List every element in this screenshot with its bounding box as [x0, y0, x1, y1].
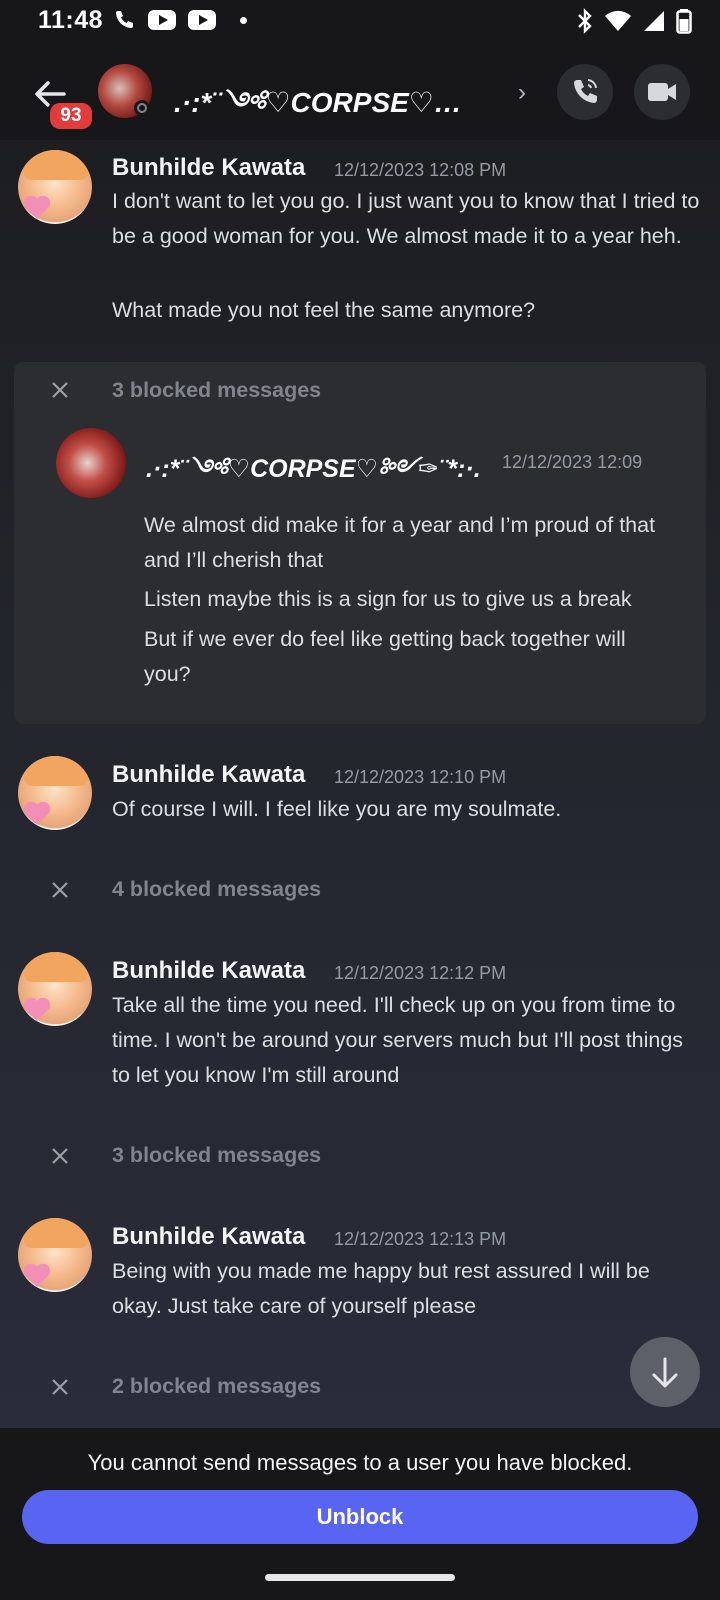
video-call-icon — [648, 83, 676, 101]
blocked-messages-label[interactable]: 3 blocked messages — [112, 378, 321, 403]
message-timestamp: 12/12/2023 12:12 PM — [334, 963, 507, 983]
unread-badge: 93 — [47, 100, 95, 132]
unblock-button[interactable]: Unblock — [22, 1490, 698, 1544]
heart-icon — [23, 1263, 51, 1287]
message-text: Being with you made me happy but rest as… — [112, 1259, 650, 1318]
status-bar: 11:48 — [0, 0, 720, 44]
message-author[interactable]: Bunhilde Kawata — [112, 154, 305, 182]
blocked-message-text: We almost did make it for a year and I’m… — [144, 513, 656, 572]
avatar[interactable] — [18, 1218, 92, 1292]
close-icon[interactable] — [48, 1144, 72, 1168]
bluetooth-icon — [578, 8, 592, 34]
message-timestamp: 12/12/2023 12:13 PM — [334, 1229, 507, 1249]
message-author[interactable]: Bunhilde Kawata — [112, 761, 305, 789]
message-item[interactable]: Bunhilde Kawata 12/12/2023 12:12 PM Take… — [0, 952, 720, 1102]
message-item[interactable]: Bunhilde Kawata 12/12/2023 12:10 PM Of c… — [0, 756, 720, 846]
message-author[interactable]: .·:*¨༺♡CORPSE♡༻✑¨*:·. — [146, 440, 481, 511]
blocked-messages-label[interactable]: 3 blocked messages — [112, 1143, 321, 1168]
blocked-messages-label[interactable]: 2 blocked messages — [112, 1374, 321, 1399]
youtube-icon — [148, 10, 176, 30]
message-timestamp: 12/12/2023 12:08 PM — [334, 160, 507, 180]
phone-icon — [116, 11, 133, 28]
system-nav-bar — [0, 1558, 720, 1600]
message-author[interactable]: Bunhilde Kawata — [112, 957, 305, 985]
scroll-to-bottom-button[interactable] — [630, 1337, 700, 1407]
message-timestamp: 12/12/2023 12:09 — [502, 452, 643, 472]
close-icon[interactable] — [48, 878, 72, 902]
blocked-message-text: Listen maybe this is a sign for us to gi… — [144, 587, 632, 611]
signal-icon — [644, 11, 664, 31]
status-icons-left — [112, 8, 247, 32]
message-text: What made you not feel the same anymore? — [112, 298, 536, 322]
close-icon[interactable] — [48, 378, 72, 402]
status-time: 11:48 — [38, 6, 104, 34]
chat-header: 93 .·:*¨༺♡CORPSE♡… › — [0, 44, 720, 140]
blocked-footer: You cannot send messages to a user you h… — [0, 1428, 720, 1558]
blocked-messages-row[interactable]: 2 blocked messages — [0, 1367, 720, 1407]
blocked-messages-row[interactable]: 4 blocked messages — [0, 870, 720, 910]
avatar[interactable] — [18, 150, 92, 224]
message-item[interactable]: Bunhilde Kawata 12/12/2023 12:08 PM I do… — [0, 148, 720, 338]
arrow-down-icon — [652, 1357, 678, 1388]
video-call-button[interactable] — [634, 64, 690, 120]
notification-dot-icon — [240, 16, 247, 24]
message-text: Take all the time you need. I'll check u… — [112, 993, 684, 1087]
message-timestamp: 12/12/2023 12:10 PM — [334, 767, 507, 787]
status-indicator — [134, 100, 150, 116]
youtube-icon — [188, 10, 216, 30]
message-item[interactable]: Bunhilde Kawata 12/12/2023 12:13 PM Bein… — [0, 1218, 720, 1328]
voice-call-icon — [574, 79, 597, 103]
home-gesture-handle[interactable] — [265, 1574, 455, 1581]
blocked-messages-row[interactable]: 3 blocked messages — [0, 1136, 720, 1176]
message-text: Of course I will. I feel like you are my… — [112, 797, 562, 821]
avatar[interactable] — [56, 428, 126, 498]
heart-icon — [23, 997, 51, 1021]
battery-icon — [676, 9, 692, 34]
chevron-right-icon[interactable]: › — [518, 79, 526, 107]
avatar[interactable] — [18, 952, 92, 1026]
blocked-notice: You cannot send messages to a user you h… — [87, 1450, 633, 1475]
status-icons-right — [576, 8, 692, 34]
message-text: I don't want to let you go. I just want … — [112, 189, 700, 248]
avatar[interactable] — [18, 756, 92, 830]
blocked-messages-label[interactable]: 4 blocked messages — [112, 877, 321, 902]
blocked-messages-group: 3 blocked messages .·:*¨༺♡CORPSE♡༻✑¨*:·.… — [14, 362, 706, 724]
message-author[interactable]: Bunhilde Kawata — [112, 1223, 305, 1251]
heart-icon — [23, 195, 51, 219]
wifi-icon — [605, 10, 631, 31]
blocked-message-text: But if we ever do feel like getting back… — [144, 627, 626, 686]
voice-call-button[interactable] — [557, 64, 613, 120]
page-title[interactable]: .·:*¨༺♡CORPSE♡… — [174, 71, 494, 150]
heart-icon — [23, 801, 51, 825]
close-icon[interactable] — [48, 1375, 72, 1399]
